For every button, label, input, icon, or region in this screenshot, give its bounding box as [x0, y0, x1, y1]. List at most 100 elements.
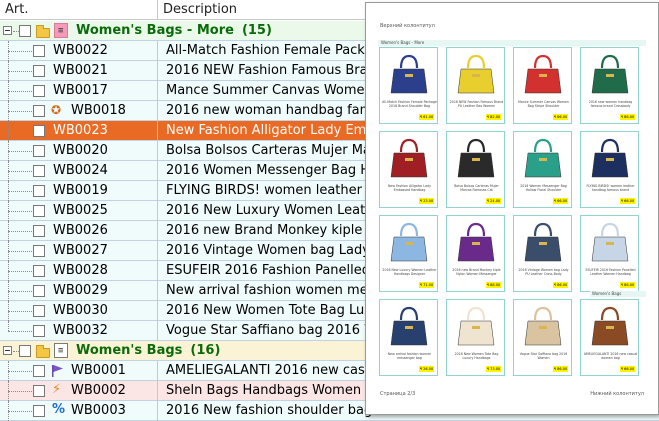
item-description: New Fashion Alligator Lady Embos [166, 123, 390, 138]
product-caption: 2016 New Luxury Women Leather Handbags D… [382, 268, 437, 276]
row-checkbox[interactable] [33, 205, 45, 217]
collapse-icon[interactable] [3, 26, 12, 35]
item-description: 2016 New Luxury Women Leather [166, 203, 387, 218]
row-checkbox[interactable] [33, 65, 45, 77]
handbag-image [388, 304, 430, 348]
product-card[interactable]: 2016 Women Messenger Bag Hollow Floral S… [513, 131, 572, 208]
product-card[interactable]: FLYING BIRDS! women leather handbag famo… [580, 131, 639, 208]
row-checkbox[interactable] [33, 85, 45, 97]
handbag-image [522, 52, 564, 96]
group-checkbox[interactable] [19, 345, 31, 357]
item-description: AMELIEGALANTI 2016 new casua [166, 363, 381, 378]
product-caption: 2016 New Women Tote Bag Luxury Handbags [454, 352, 499, 360]
grid-icon[interactable]: ≡ [54, 343, 68, 358]
product-card[interactable]: 2016 New Women Tote Bag Luxury Handbags ₹… [446, 299, 505, 376]
preview-group-label: Women's Bags - More [381, 40, 425, 45]
tree-connector [8, 331, 32, 332]
product-caption: 2016 Vintage Women bag Lady PU Leather C… [518, 268, 569, 276]
article-code: WB0001 [71, 363, 126, 378]
price-tag: ₹ 66.00 [620, 198, 635, 204]
product-caption: Bolsa Bolsos Carteras Mujer Marcas Famos… [454, 184, 499, 192]
product-card[interactable]: 2016 New Luxury Women Leather Handbags D… [379, 215, 438, 292]
row-checkbox[interactable] [33, 105, 45, 117]
tree-connector [8, 111, 32, 112]
item-description: Bolsa Bolsos Carteras Mujer Marc [166, 143, 384, 158]
product-caption: All-Match Fashion Female Package 2016 Br… [382, 100, 437, 108]
row-checkbox[interactable] [33, 145, 45, 157]
tree-connector [8, 291, 32, 292]
handbag-image [589, 220, 631, 264]
item-description: 2016 new woman handbag famous [166, 103, 396, 118]
item-description: FLYING BIRDS! women leather ha [166, 183, 383, 198]
product-card[interactable]: Mance Summer Canvas Women Bag Stripe Sho… [513, 47, 572, 124]
award-icon: ✪ [51, 103, 62, 117]
price-tag: ₹ 86.00 [620, 114, 635, 120]
article-code: WB0018 [71, 103, 126, 118]
item-description: All-Match Fashion Female Package [166, 43, 389, 58]
product-card[interactable]: 2016 new woman handbag famous brand Cros… [580, 47, 639, 124]
product-card[interactable]: AMELIEGALANTI 2016 new casual women bag ₹… [580, 299, 639, 376]
row-checkbox[interactable] [33, 265, 45, 277]
preview-page-header: Верхний колонтитул [380, 23, 435, 29]
tree-connector [8, 51, 32, 52]
flag-icon [52, 365, 63, 377]
price-tag: ₹ 66.00 [620, 366, 635, 372]
product-caption: FLYING BIRDS! women leather handbag famo… [586, 184, 635, 192]
collapse-icon[interactable] [3, 346, 12, 355]
group-count: (16) [190, 343, 221, 358]
handbag-image [388, 52, 430, 96]
row-checkbox[interactable] [33, 125, 45, 137]
row-checkbox[interactable] [33, 245, 45, 257]
tree-connector [8, 231, 32, 232]
row-checkbox[interactable] [33, 385, 45, 397]
preview-page-number: Страница 2/3 [380, 391, 416, 397]
row-checkbox[interactable] [33, 165, 45, 177]
product-caption: Mance Summer Canvas Women Bag Stripe Sho… [518, 100, 569, 108]
price-tag: ₹ 88.00 [486, 282, 501, 288]
row-checkbox[interactable] [33, 305, 45, 317]
product-card[interactable]: 2016 Vintage Women bag Lady PU Leather C… [513, 215, 572, 292]
article-code: WB0028 [53, 263, 108, 278]
row-checkbox[interactable] [33, 225, 45, 237]
column-header-art[interactable]: Art. [0, 0, 158, 20]
article-code: WB0026 [53, 223, 108, 238]
row-checkbox[interactable] [33, 285, 45, 297]
tree-connector [8, 371, 32, 372]
handbag-image [522, 136, 564, 180]
tree-connector [8, 151, 32, 152]
tree-connector [8, 71, 32, 72]
product-card[interactable]: Bolsa Bolsos Carteras Mujer Marcas Famos… [446, 131, 505, 208]
article-code: WB0025 [53, 203, 108, 218]
tree-connector [8, 171, 32, 172]
row-checkbox[interactable] [33, 365, 45, 377]
product-caption: 2016 NEW Fashion Famous Brand PU Leather… [449, 100, 504, 108]
handbag-image [388, 220, 430, 264]
tree-connector [8, 91, 32, 92]
row-checkbox[interactable] [33, 45, 45, 57]
price-tag: ₹ 24.00 [486, 198, 501, 204]
price-tag: ₹ 26.00 [419, 366, 434, 372]
price-tag: ₹ 73.00 [486, 366, 501, 372]
price-tag: ₹ 71.00 [419, 282, 434, 288]
product-card[interactable]: 2016 NEW Fashion Famous Brand PU Leather… [446, 47, 505, 124]
product-card[interactable]: New Fashion Alligator Lady Embossed Hand… [379, 131, 438, 208]
product-card[interactable]: ESUFEIR 2016 Fashion Panelled Leather Wo… [580, 215, 639, 292]
product-caption: Vogue Star Saffiano bag 2016 Women [519, 352, 568, 360]
group-checkbox[interactable] [19, 25, 31, 37]
row-checkbox[interactable] [33, 325, 45, 337]
product-card[interactable]: All-Match Fashion Female Package 2016 Br… [379, 47, 438, 124]
tree-connector [8, 311, 32, 312]
article-code: WB0024 [53, 163, 108, 178]
product-caption: 2016 new woman handbag famous brand Cros… [588, 100, 633, 108]
article-code: WB0002 [71, 383, 126, 398]
handbag-image [388, 136, 430, 180]
tree-connector [8, 321, 9, 331]
product-card[interactable]: 2016 new Brand Monkey kiple Nylon Women … [446, 215, 505, 292]
grid-icon[interactable]: ≡ [54, 23, 68, 38]
handbag-image [522, 304, 564, 348]
row-checkbox[interactable] [33, 185, 45, 197]
product-card[interactable]: New arrival fashion women messenger bag ₹… [379, 299, 438, 376]
row-checkbox[interactable] [33, 405, 45, 417]
product-card[interactable]: Vogue Star Saffiano bag 2016 Women ₹ 86.0… [513, 299, 572, 376]
group-count: (15) [241, 23, 272, 38]
